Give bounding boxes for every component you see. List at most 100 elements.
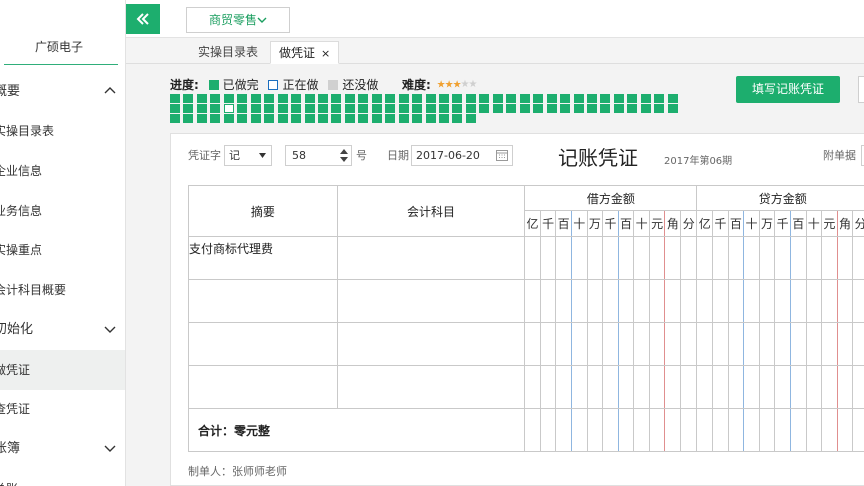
- debit-amount-cell[interactable]: [602, 365, 619, 409]
- credit-amount-cell[interactable]: [836, 365, 854, 409]
- progress-cell[interactable]: [506, 94, 517, 103]
- credit-amount-cell[interactable]: [836, 322, 854, 366]
- sidebar-item-company-info[interactable]: 企业信息: [0, 151, 125, 191]
- credit-amount-cell[interactable]: [821, 322, 838, 366]
- progress-cell[interactable]: [331, 114, 342, 123]
- fill-voucher-button[interactable]: 填写记账凭证: [736, 76, 840, 103]
- progress-cell[interactable]: [533, 94, 544, 103]
- credit-amount-cell[interactable]: [789, 322, 807, 366]
- credit-amount-cell[interactable]: [821, 236, 838, 280]
- tab-catalog[interactable]: 实操目录表: [190, 41, 266, 64]
- account-cell[interactable]: [336, 365, 526, 409]
- credit-amount-cell[interactable]: [805, 365, 823, 409]
- progress-cell[interactable]: [640, 94, 651, 103]
- credit-amount-cell[interactable]: [727, 365, 745, 409]
- progress-cell[interactable]: [210, 94, 221, 103]
- progress-cell[interactable]: [519, 104, 530, 113]
- progress-cell[interactable]: [439, 94, 449, 103]
- credit-amount-cell[interactable]: [727, 322, 745, 366]
- debit-amount-cell[interactable]: [680, 236, 698, 280]
- collapse-sidebar-button[interactable]: [126, 4, 160, 34]
- debit-amount-cell[interactable]: [617, 279, 635, 323]
- progress-cell[interactable]: [479, 104, 490, 113]
- credit-amount-cell[interactable]: [852, 279, 864, 323]
- sidebar-group-init[interactable]: 初始化: [0, 310, 125, 350]
- progress-cell[interactable]: [412, 114, 423, 123]
- progress-cell[interactable]: [237, 114, 248, 123]
- progress-cell[interactable]: [506, 104, 517, 113]
- progress-cell[interactable]: [223, 94, 234, 103]
- progress-cell[interactable]: [398, 104, 409, 113]
- progress-cell[interactable]: [183, 94, 194, 103]
- debit-amount-cell[interactable]: [524, 236, 541, 280]
- credit-amount-cell[interactable]: [696, 365, 714, 409]
- debit-amount-cell[interactable]: [617, 365, 635, 409]
- progress-cell[interactable]: [439, 104, 449, 113]
- progress-cell[interactable]: [237, 94, 248, 103]
- credit-amount-cell[interactable]: [774, 365, 791, 409]
- progress-cell[interactable]: [291, 104, 302, 113]
- stepper-icon[interactable]: [340, 148, 348, 163]
- progress-cell[interactable]: [573, 94, 584, 103]
- credit-amount-cell[interactable]: [712, 365, 729, 409]
- voucher-date-input[interactable]: 2017-06-20: [411, 145, 513, 166]
- debit-amount-cell[interactable]: [555, 236, 572, 280]
- debit-amount-cell[interactable]: [633, 365, 650, 409]
- voucher-number-input[interactable]: 58: [285, 145, 352, 166]
- progress-cell[interactable]: [667, 94, 678, 103]
- sidebar-item-catalog[interactable]: 实操目录表: [0, 111, 125, 151]
- credit-amount-cell[interactable]: [821, 279, 838, 323]
- progress-cell[interactable]: [291, 94, 302, 103]
- progress-cell[interactable]: [237, 104, 248, 113]
- progress-cell[interactable]: [196, 94, 207, 103]
- progress-cell[interactable]: [425, 114, 436, 123]
- progress-cell[interactable]: [398, 94, 409, 103]
- debit-amount-cell[interactable]: [648, 322, 666, 366]
- progress-cell[interactable]: [317, 94, 328, 103]
- progress-cell[interactable]: [264, 114, 275, 123]
- progress-cell[interactable]: [317, 114, 328, 123]
- progress-cell[interactable]: [425, 94, 436, 103]
- calendar-icon[interactable]: [496, 149, 508, 161]
- credit-amount-cell[interactable]: [852, 322, 864, 366]
- debit-amount-cell[interactable]: [555, 279, 572, 323]
- debit-amount-cell[interactable]: [555, 322, 572, 366]
- debit-amount-cell[interactable]: [570, 365, 588, 409]
- debit-amount-cell[interactable]: [524, 322, 541, 366]
- progress-cell[interactable]: [452, 104, 463, 113]
- progress-cell[interactable]: [331, 94, 342, 103]
- credit-amount-cell[interactable]: [805, 236, 823, 280]
- progress-cell[interactable]: [492, 104, 503, 113]
- debit-amount-cell[interactable]: [539, 236, 557, 280]
- credit-amount-cell[interactable]: [758, 322, 776, 366]
- progress-cell[interactable]: [170, 104, 180, 113]
- debit-amount-cell[interactable]: [555, 365, 572, 409]
- progress-cell[interactable]: [344, 104, 355, 113]
- credit-amount-cell[interactable]: [774, 322, 791, 366]
- summary-cell[interactable]: [188, 279, 338, 323]
- credit-amount-cell[interactable]: [696, 322, 714, 366]
- debit-amount-cell[interactable]: [602, 279, 619, 323]
- progress-cell[interactable]: [223, 104, 234, 113]
- progress-cell[interactable]: [344, 114, 355, 123]
- debit-amount-cell[interactable]: [539, 322, 557, 366]
- progress-cell[interactable]: [385, 94, 396, 103]
- credit-amount-cell[interactable]: [727, 236, 745, 280]
- progress-cell[interactable]: [250, 94, 261, 103]
- progress-cell[interactable]: [210, 114, 221, 123]
- progress-cell[interactable]: [277, 94, 288, 103]
- credit-amount-cell[interactable]: [774, 236, 791, 280]
- debit-amount-cell[interactable]: [633, 279, 650, 323]
- progress-cell[interactable]: [371, 114, 382, 123]
- credit-amount-cell[interactable]: [743, 279, 760, 323]
- debit-amount-cell[interactable]: [680, 322, 698, 366]
- debit-amount-cell[interactable]: [664, 236, 682, 280]
- debit-amount-cell[interactable]: [586, 322, 604, 366]
- progress-cell[interactable]: [586, 104, 597, 113]
- progress-cell[interactable]: [304, 94, 315, 103]
- summary-cell[interactable]: [188, 365, 338, 409]
- progress-cell[interactable]: [196, 104, 207, 113]
- credit-amount-cell[interactable]: [727, 279, 745, 323]
- summary-cell[interactable]: 支付商标代理费: [188, 236, 338, 280]
- credit-amount-cell[interactable]: [805, 322, 823, 366]
